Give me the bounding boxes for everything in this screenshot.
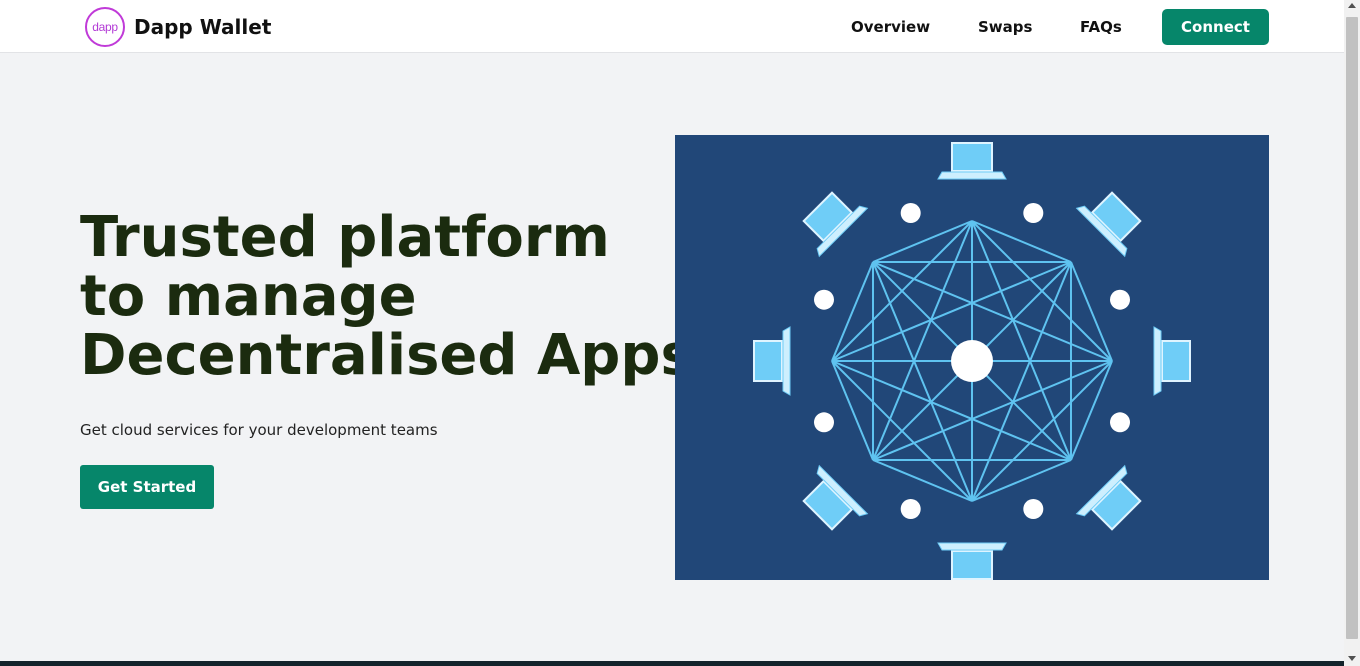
laptop-base xyxy=(937,542,1007,551)
laptop-base xyxy=(937,171,1007,180)
peer-node xyxy=(1110,289,1131,310)
laptop-base xyxy=(1153,326,1162,396)
laptop-screen xyxy=(802,191,854,243)
laptop-icon xyxy=(1153,326,1191,396)
network-mesh-svg xyxy=(753,142,1191,580)
vertical-scrollbar[interactable] xyxy=(1344,0,1360,666)
center-node xyxy=(951,340,993,382)
get-started-button[interactable]: Get Started xyxy=(80,465,214,509)
laptop-screen xyxy=(1090,479,1142,531)
laptop-icon xyxy=(1075,191,1142,258)
scroll-up-arrow-icon[interactable] xyxy=(1348,3,1356,8)
peer-node xyxy=(1023,499,1044,520)
laptop-base xyxy=(782,326,791,396)
dapp-logo-icon[interactable]: dapp xyxy=(85,7,125,47)
laptop-icon xyxy=(802,191,869,258)
hero-subtitle: Get cloud services for your development … xyxy=(80,421,438,439)
laptop-icon xyxy=(1075,464,1142,531)
laptop-screen xyxy=(802,479,854,531)
laptop-icon xyxy=(937,142,1007,180)
top-navbar: dapp Dapp Wallet Overview Swaps FAQs Con… xyxy=(0,0,1344,53)
peer-node xyxy=(900,202,921,223)
peer-node xyxy=(813,412,834,433)
peer-node xyxy=(900,499,921,520)
scroll-down-arrow-icon[interactable] xyxy=(1348,656,1356,661)
laptop-icon xyxy=(802,464,869,531)
laptop-screen xyxy=(1090,191,1142,243)
footer-strip xyxy=(0,661,1344,666)
laptop-screen xyxy=(1161,340,1191,382)
peer-node xyxy=(1023,202,1044,223)
hero-title-line: Trusted platform xyxy=(80,205,610,270)
laptop-screen xyxy=(951,142,993,172)
peer-node xyxy=(813,289,834,310)
laptop-screen xyxy=(753,340,783,382)
connect-button[interactable]: Connect xyxy=(1162,9,1269,45)
hero-title-line: to manage xyxy=(80,264,417,329)
scroll-thumb[interactable] xyxy=(1346,17,1358,639)
logo-text: dapp xyxy=(92,20,118,34)
network-mesh-illustration xyxy=(675,135,1269,580)
brand-name[interactable]: Dapp Wallet xyxy=(134,14,271,40)
laptop-screen xyxy=(951,550,993,580)
nav-overview[interactable]: Overview xyxy=(851,17,930,37)
nav-faqs[interactable]: FAQs xyxy=(1080,17,1122,37)
peer-node xyxy=(1110,412,1131,433)
hero-title: Trusted platform to manage Decentralised… xyxy=(80,205,694,388)
hero-title-line: Decentralised Apps xyxy=(80,323,694,388)
laptop-icon xyxy=(937,542,1007,580)
laptop-icon xyxy=(753,326,791,396)
nav-swaps[interactable]: Swaps xyxy=(978,17,1032,37)
